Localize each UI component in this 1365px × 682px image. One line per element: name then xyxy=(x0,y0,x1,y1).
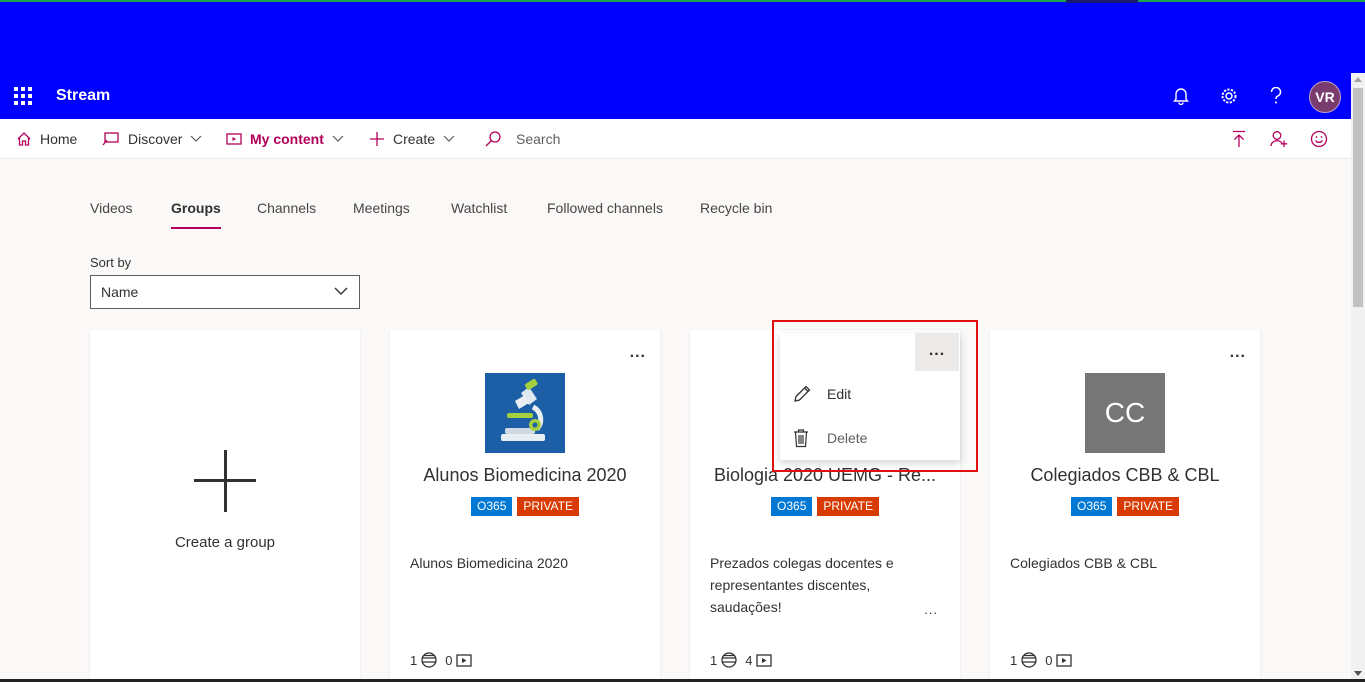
more-options-button[interactable]: ... xyxy=(915,333,959,371)
member-count: 1 xyxy=(710,652,718,668)
more-options-button[interactable]: ... xyxy=(1230,344,1246,362)
tab-watchlist[interactable]: Watchlist xyxy=(451,190,507,230)
nav-discover[interactable]: Discover xyxy=(102,119,210,159)
member-count: 1 xyxy=(1010,652,1018,668)
tab-meetings[interactable]: Meetings xyxy=(353,190,410,230)
tab-groups[interactable]: Groups xyxy=(171,190,221,230)
bell-icon[interactable] xyxy=(1169,85,1193,107)
group-title[interactable]: Biologia 2020 UEMG - Re... xyxy=(700,465,950,486)
video-icon xyxy=(756,653,773,667)
group-stats: 1 4 xyxy=(710,652,780,668)
video-icon xyxy=(226,133,242,145)
tab-videos[interactable]: Videos xyxy=(90,190,133,230)
o365-badge: O365 xyxy=(1071,497,1113,516)
app-header: Stream VR xyxy=(0,73,1351,119)
group-card[interactable]: ... Alunos Biomedicina 2020 O365 PRIVATE… xyxy=(390,330,660,682)
chevron-down-icon xyxy=(332,135,344,142)
home-icon xyxy=(17,132,31,146)
create-group-card[interactable]: Create a group xyxy=(90,330,360,682)
search-icon xyxy=(485,131,501,147)
app-launcher-icon[interactable] xyxy=(14,87,32,105)
group-thumbnail-microscope xyxy=(485,373,565,453)
private-badge: PRIVATE xyxy=(817,497,879,516)
sort-value: Name xyxy=(101,284,139,300)
group-stats: 1 0 xyxy=(1010,652,1080,668)
group-title[interactable]: Alunos Biomedicina 2020 xyxy=(400,465,650,486)
nav-home[interactable]: Home xyxy=(16,119,77,159)
chevron-down-icon xyxy=(334,287,348,295)
group-description: Alunos Biomedicina 2020 xyxy=(410,555,568,571)
tab-followed-channels[interactable]: Followed channels xyxy=(547,190,663,230)
o365-badge: O365 xyxy=(471,497,513,516)
nav-create-label: Create xyxy=(393,131,436,147)
search-input[interactable]: Search xyxy=(516,131,560,147)
discover-icon xyxy=(102,132,119,146)
nav-home-label: Home xyxy=(40,131,78,147)
nav-discover-label: Discover xyxy=(128,131,183,147)
plus-icon xyxy=(194,450,256,512)
nav-my-content[interactable]: My content xyxy=(226,119,352,159)
private-badge: PRIVATE xyxy=(517,497,579,516)
sort-label: Sort by xyxy=(90,255,132,270)
members-globe-icon xyxy=(1021,652,1037,668)
group-badges: O365 PRIVATE xyxy=(690,497,960,516)
scroll-thumb[interactable] xyxy=(1353,88,1363,307)
chevron-down-icon xyxy=(191,135,202,142)
menu-item-edit[interactable]: Edit xyxy=(780,372,960,416)
group-badges: O365 PRIVATE xyxy=(990,497,1260,516)
scroll-down-arrow-icon[interactable] xyxy=(1354,671,1362,676)
trash-icon xyxy=(794,429,808,448)
feedback-smiley-icon[interactable] xyxy=(1307,127,1331,151)
tab-recycle-bin[interactable]: Recycle bin xyxy=(700,190,772,230)
group-thumbnail-initials: CC xyxy=(1085,373,1165,453)
menu-item-delete[interactable]: Delete xyxy=(780,416,960,460)
group-description: Colegiados CBB & CBL xyxy=(1010,555,1158,571)
gear-icon[interactable] xyxy=(1217,85,1241,107)
pencil-icon xyxy=(794,385,811,402)
member-count: 1 xyxy=(410,652,418,668)
menu-item-delete-label: Delete xyxy=(827,430,868,446)
nav-create[interactable]: Create xyxy=(369,119,463,159)
search-box[interactable]: Search xyxy=(484,119,560,159)
more-options-button[interactable]: ... xyxy=(630,344,646,362)
group-title[interactable]: Colegiados CBB & CBL xyxy=(1000,465,1250,486)
scroll-up-arrow-icon[interactable] xyxy=(1354,77,1362,82)
group-stats: 1 0 xyxy=(410,652,480,668)
create-group-label: Create a group xyxy=(174,534,276,551)
group-description: Prezados colegas docentes e representant… xyxy=(710,555,894,615)
video-icon xyxy=(456,653,473,667)
video-count: 0 xyxy=(445,652,453,668)
vertical-scrollbar[interactable] xyxy=(1351,73,1365,682)
browser-top-band xyxy=(0,0,1365,73)
video-count: 0 xyxy=(1045,652,1053,668)
description-more[interactable]: ... xyxy=(924,602,938,617)
video-icon xyxy=(1056,653,1073,667)
tab-marker xyxy=(1066,0,1138,3)
nav-bar: Home Discover My content Create Search xyxy=(0,119,1351,159)
video-count: 4 xyxy=(745,652,753,668)
members-globe-icon xyxy=(421,652,437,668)
plus-icon xyxy=(370,132,384,146)
private-badge: PRIVATE xyxy=(1117,497,1179,516)
members-globe-icon xyxy=(721,652,737,668)
group-card[interactable]: ... CC Colegiados CBB & CBL O365 PRIVATE… xyxy=(990,330,1260,682)
o365-badge: O365 xyxy=(771,497,813,516)
nav-my-content-label: My content xyxy=(250,131,324,147)
add-person-icon[interactable] xyxy=(1267,127,1291,151)
sort-dropdown[interactable]: Name xyxy=(90,275,360,309)
upload-icon[interactable] xyxy=(1227,127,1251,151)
user-avatar[interactable]: VR xyxy=(1309,81,1341,113)
tab-channels[interactable]: Channels xyxy=(257,190,316,230)
help-icon[interactable] xyxy=(1264,85,1288,107)
brand-title[interactable]: Stream xyxy=(56,87,110,105)
group-badges: O365 PRIVATE xyxy=(390,497,660,516)
menu-item-edit-label: Edit xyxy=(827,386,852,402)
chevron-down-icon xyxy=(443,135,455,142)
